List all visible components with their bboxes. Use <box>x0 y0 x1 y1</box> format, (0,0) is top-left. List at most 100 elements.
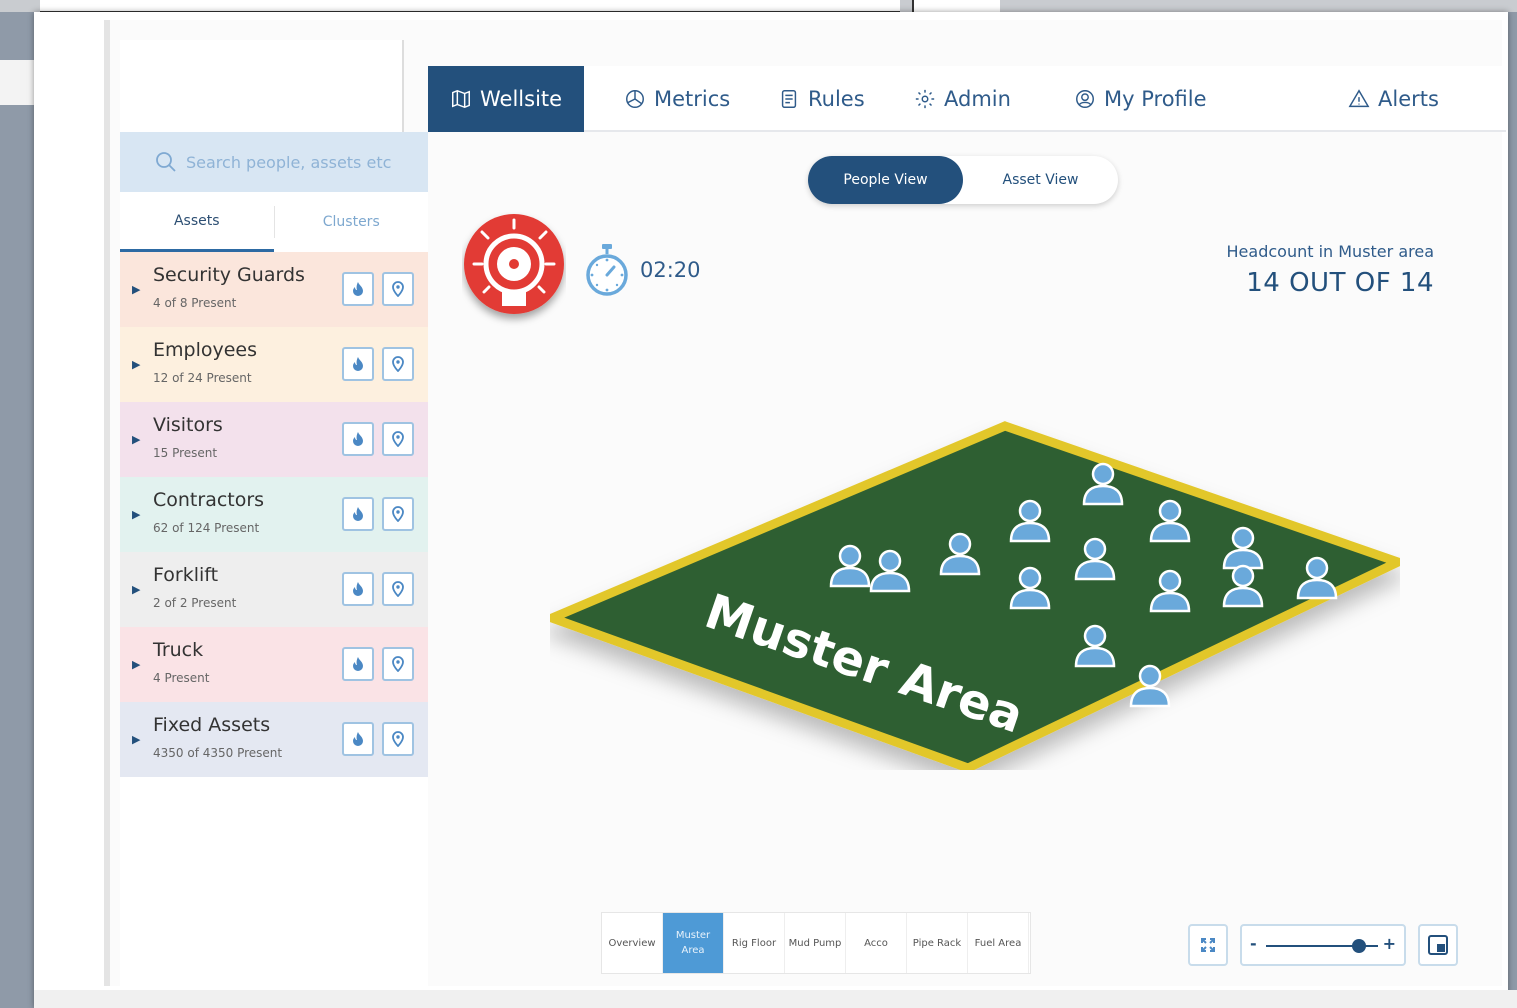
floor-selector: Overview Muster Area Rig Floor Mud Pump Acco P… <box>601 912 1031 974</box>
evacuate-button[interactable] <box>342 497 374 531</box>
asset-group-item[interactable]: ▶ Forklift 2 of 2 Present <box>120 552 428 627</box>
zoom-in-button[interactable]: + <box>1383 934 1396 953</box>
nav-label: Metrics <box>654 87 731 111</box>
asset-group-item[interactable]: ▶ Truck 4 Present <box>120 627 428 702</box>
locate-button[interactable] <box>382 272 414 306</box>
fire-icon <box>353 732 363 746</box>
expand-caret-icon[interactable]: ▶ <box>132 508 140 521</box>
group-title: Visitors <box>153 414 223 436</box>
group-count: 12 of 24 Present <box>153 371 252 385</box>
expand-caret-icon[interactable]: ▶ <box>132 658 140 671</box>
floor-tab[interactable]: Acco <box>846 913 907 973</box>
floor-tab[interactable]: Fuel Area <box>968 913 1029 973</box>
view-toggle: People View Asset View <box>808 156 1118 204</box>
group-count: 62 of 124 Present <box>153 521 260 535</box>
fire-icon <box>353 582 363 596</box>
expand-caret-icon[interactable]: ▶ <box>132 433 140 446</box>
map-icon <box>452 89 470 109</box>
background-window-1 <box>40 0 900 12</box>
nav-item-alerts[interactable]: Alerts <box>1348 66 1439 132</box>
evacuate-button[interactable] <box>342 272 374 306</box>
nav-label: Rules <box>808 87 865 111</box>
group-title: Security Guards <box>153 264 305 286</box>
asset-group-item[interactable]: ▶ Contractors 62 of 124 Present <box>120 477 428 552</box>
group-title: Fixed Assets <box>153 714 271 736</box>
floor-tab[interactable]: Rig Floor <box>724 913 785 973</box>
floor-tab[interactable]: Mud Pump <box>785 913 846 973</box>
chart-pie-icon <box>626 90 644 108</box>
location-pin-icon <box>392 431 404 447</box>
location-pin-icon <box>392 506 404 522</box>
nav-item-wellsite[interactable]: Wellsite <box>428 66 585 132</box>
headcount-value: 14 OUT OF 14 <box>1246 268 1434 298</box>
nav-label: Wellsite <box>480 87 563 111</box>
fit-to-screen-button[interactable] <box>1188 924 1228 966</box>
gear-icon <box>915 89 935 109</box>
sidebar: Assets Clusters ▶ Security Guards 4 of 8 P… <box>120 132 428 986</box>
evacuate-button[interactable] <box>342 572 374 606</box>
nav-item-metrics[interactable]: Metrics <box>624 66 730 132</box>
map-layers-button[interactable] <box>1418 924 1458 966</box>
headcount-label: Headcount in Muster area <box>1226 242 1434 261</box>
people-view-button[interactable]: People View <box>808 156 963 204</box>
user-circle-icon <box>1076 90 1094 108</box>
expand-caret-icon[interactable]: ▶ <box>132 733 140 746</box>
search-bar <box>120 132 428 192</box>
location-pin-icon <box>392 356 404 372</box>
nav-item-my-profile[interactable]: My Profile <box>1074 66 1207 132</box>
asset-group-item[interactable]: ▶ Fixed Assets 4350 of 4350 Present <box>120 702 428 777</box>
locate-button[interactable] <box>382 422 414 456</box>
group-count: 4 of 8 Present <box>153 296 237 310</box>
zoom-slider-handle[interactable] <box>1351 939 1366 953</box>
locate-button[interactable] <box>382 647 414 681</box>
location-pin-icon <box>392 731 404 747</box>
group-title: Truck <box>153 639 204 661</box>
wellsite-app: Wellsite Metrics Rules Admin My Profile … <box>104 20 1506 986</box>
locate-button[interactable] <box>382 722 414 756</box>
nav-item-rules[interactable]: Rules <box>778 66 865 132</box>
muster-timer: 02:20 <box>640 258 701 282</box>
zoom-control: - + <box>1240 924 1406 966</box>
location-pin-icon <box>392 656 404 672</box>
locate-button[interactable] <box>382 572 414 606</box>
nav-item-admin[interactable]: Admin <box>914 66 1011 132</box>
tab-assets[interactable]: Assets <box>120 192 274 252</box>
document-icon <box>781 90 797 108</box>
tab-clusters[interactable]: Clusters <box>275 192 429 252</box>
group-count: 15 Present <box>153 446 218 460</box>
search-icon <box>156 152 176 172</box>
locate-button[interactable] <box>382 497 414 531</box>
floor-tab[interactable]: Pipe Rack <box>907 913 968 973</box>
fire-icon <box>353 657 363 671</box>
zoom-out-button[interactable]: - <box>1250 934 1257 953</box>
locate-button[interactable] <box>382 347 414 381</box>
fire-icon <box>353 357 363 371</box>
asset-group-item[interactable]: ▶ Security Guards 4 of 8 Present <box>120 252 428 327</box>
nav-label: My Profile <box>1104 87 1207 111</box>
evacuate-button[interactable] <box>342 647 374 681</box>
group-count: 4350 of 4350 Present <box>153 746 283 760</box>
location-pin-icon <box>392 281 404 297</box>
asset-group-item[interactable]: ▶ Visitors 15 Present <box>120 402 428 477</box>
sidebar-tabs: Assets Clusters <box>120 192 428 252</box>
search-input[interactable] <box>186 152 426 172</box>
fire-icon <box>353 432 363 446</box>
background-window-strip <box>0 0 1517 12</box>
group-title: Forklift <box>153 564 219 586</box>
expand-caret-icon[interactable]: ▶ <box>132 583 140 596</box>
muster-area-map[interactable]: Muster Area <box>550 420 1400 770</box>
expand-caret-icon[interactable]: ▶ <box>132 358 140 371</box>
fire-icon <box>353 282 363 296</box>
evacuate-button[interactable] <box>342 722 374 756</box>
floor-tab[interactable]: Overview <box>602 913 663 973</box>
expand-caret-icon[interactable]: ▶ <box>132 283 140 296</box>
floor-tab[interactable]: Muster Area <box>663 913 724 973</box>
top-nav: Wellsite Metrics Rules Admin My Profile … <box>428 66 1506 132</box>
alarm-bell-icon[interactable] <box>462 212 566 330</box>
evacuate-button[interactable] <box>342 347 374 381</box>
map-layers-icon <box>1428 935 1448 955</box>
asset-view-button[interactable]: Asset View <box>963 156 1118 204</box>
nav-label: Admin <box>944 87 1011 111</box>
evacuate-button[interactable] <box>342 422 374 456</box>
asset-group-item[interactable]: ▶ Employees 12 of 24 Present <box>120 327 428 402</box>
